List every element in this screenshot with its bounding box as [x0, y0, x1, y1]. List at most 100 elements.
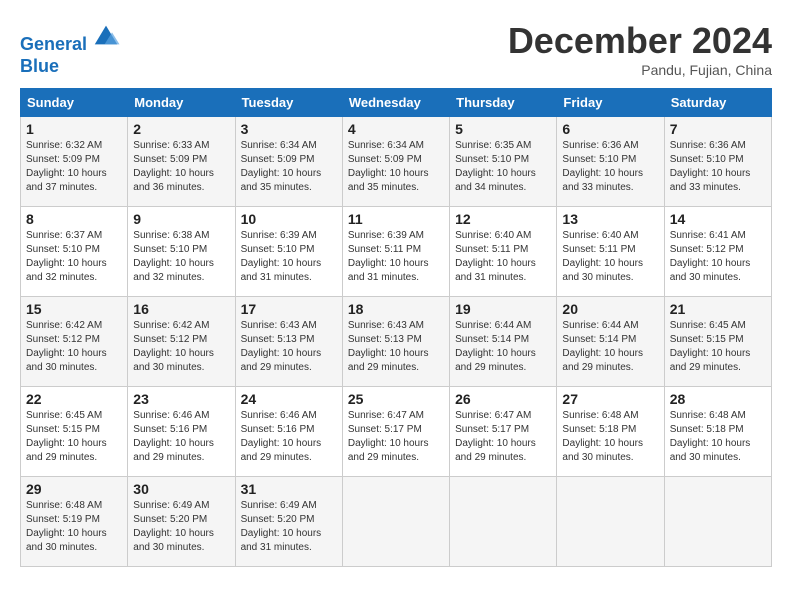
- day-info: Sunrise: 6:32 AMSunset: 5:09 PMDaylight:…: [26, 140, 107, 193]
- table-row: 9 Sunrise: 6:38 AMSunset: 5:10 PMDaylight…: [128, 207, 235, 297]
- day-info: Sunrise: 6:47 AMSunset: 5:17 PMDaylight:…: [455, 410, 536, 463]
- day-info: Sunrise: 6:43 AMSunset: 5:13 PMDaylight:…: [348, 320, 429, 373]
- day-number: 18: [348, 301, 444, 317]
- header-wednesday: Wednesday: [342, 89, 449, 117]
- header-thursday: Thursday: [450, 89, 557, 117]
- day-info: Sunrise: 6:39 AMSunset: 5:11 PMDaylight:…: [348, 230, 429, 283]
- day-info: Sunrise: 6:33 AMSunset: 5:09 PMDaylight:…: [133, 140, 214, 193]
- table-row: 15 Sunrise: 6:42 AMSunset: 5:12 PMDayligh…: [21, 297, 128, 387]
- day-number: 27: [562, 391, 658, 407]
- day-number: 13: [562, 211, 658, 227]
- header-sunday: Sunday: [21, 89, 128, 117]
- day-info: Sunrise: 6:36 AMSunset: 5:10 PMDaylight:…: [670, 140, 751, 193]
- day-number: 3: [241, 121, 337, 137]
- calendar-row-4: 29 Sunrise: 6:48 AMSunset: 5:19 PMDayligh…: [21, 477, 772, 567]
- day-info: Sunrise: 6:42 AMSunset: 5:12 PMDaylight:…: [133, 320, 214, 373]
- day-info: Sunrise: 6:40 AMSunset: 5:11 PMDaylight:…: [562, 230, 643, 283]
- table-row: 7 Sunrise: 6:36 AMSunset: 5:10 PMDaylight…: [664, 117, 771, 207]
- day-number: 20: [562, 301, 658, 317]
- day-number: 21: [670, 301, 766, 317]
- logo-text: General Blue: [20, 20, 121, 77]
- day-info: Sunrise: 6:49 AMSunset: 5:20 PMDaylight:…: [241, 500, 322, 553]
- logo-general: General: [20, 34, 87, 54]
- table-row: 16 Sunrise: 6:42 AMSunset: 5:12 PMDayligh…: [128, 297, 235, 387]
- month-title: December 2024: [508, 20, 772, 62]
- table-row: 8 Sunrise: 6:37 AMSunset: 5:10 PMDaylight…: [21, 207, 128, 297]
- day-info: Sunrise: 6:45 AMSunset: 5:15 PMDaylight:…: [670, 320, 751, 373]
- table-row: 25 Sunrise: 6:47 AMSunset: 5:17 PMDayligh…: [342, 387, 449, 477]
- page-header: General Blue December 2024 Pandu, Fujian…: [20, 20, 772, 78]
- day-number: 10: [241, 211, 337, 227]
- calendar-row-3: 22 Sunrise: 6:45 AMSunset: 5:15 PMDayligh…: [21, 387, 772, 477]
- header-tuesday: Tuesday: [235, 89, 342, 117]
- day-info: Sunrise: 6:44 AMSunset: 5:14 PMDaylight:…: [455, 320, 536, 373]
- table-row: 3 Sunrise: 6:34 AMSunset: 5:09 PMDaylight…: [235, 117, 342, 207]
- day-number: 17: [241, 301, 337, 317]
- table-row: 26Sunrise: 6:47 AMSunset: 5:17 PMDayligh…: [450, 387, 557, 477]
- logo: General Blue: [20, 20, 121, 77]
- day-number: 5: [455, 121, 551, 137]
- table-row: 31 Sunrise: 6:49 AMSunset: 5:20 PMDayligh…: [235, 477, 342, 567]
- table-row: 30 Sunrise: 6:49 AMSunset: 5:20 PMDayligh…: [128, 477, 235, 567]
- day-number: 30: [133, 481, 229, 497]
- day-number: 2: [133, 121, 229, 137]
- day-info: Sunrise: 6:44 AMSunset: 5:14 PMDaylight:…: [562, 320, 643, 373]
- day-number: 14: [670, 211, 766, 227]
- header-saturday: Saturday: [664, 89, 771, 117]
- table-row: 4Sunrise: 6:34 AMSunset: 5:09 PMDaylight…: [342, 117, 449, 207]
- table-row: 19 Sunrise: 6:44 AMSunset: 5:14 PMDayligh…: [450, 297, 557, 387]
- day-info: Sunrise: 6:43 AMSunset: 5:13 PMDaylight:…: [241, 320, 322, 373]
- table-row: 20 Sunrise: 6:44 AMSunset: 5:14 PMDayligh…: [557, 297, 664, 387]
- day-info: Sunrise: 6:46 AMSunset: 5:16 PMDaylight:…: [241, 410, 322, 463]
- table-row: [342, 477, 449, 567]
- table-row: 21 Sunrise: 6:45 AMSunset: 5:15 PMDayligh…: [664, 297, 771, 387]
- day-number: 16: [133, 301, 229, 317]
- day-info: Sunrise: 6:42 AMSunset: 5:12 PMDaylight:…: [26, 320, 107, 373]
- day-info: Sunrise: 6:48 AMSunset: 5:19 PMDaylight:…: [26, 500, 107, 553]
- day-number: 25: [348, 391, 444, 407]
- table-row: 28 Sunrise: 6:48 AMSunset: 5:18 PMDayligh…: [664, 387, 771, 477]
- day-info: Sunrise: 6:34 AMSunset: 5:09 PMDaylight:…: [241, 140, 322, 193]
- day-number: 24: [241, 391, 337, 407]
- table-row: 17 Sunrise: 6:43 AMSunset: 5:13 PMDayligh…: [235, 297, 342, 387]
- calendar-row-1: 8 Sunrise: 6:37 AMSunset: 5:10 PMDaylight…: [21, 207, 772, 297]
- day-number: 11: [348, 211, 444, 227]
- day-number: 19: [455, 301, 551, 317]
- location: Pandu, Fujian, China: [508, 62, 772, 78]
- logo-blue: Blue: [20, 56, 59, 76]
- day-info: Sunrise: 6:48 AMSunset: 5:18 PMDaylight:…: [562, 410, 643, 463]
- table-row: 23Sunrise: 6:46 AMSunset: 5:16 PMDayligh…: [128, 387, 235, 477]
- day-number: 29: [26, 481, 122, 497]
- calendar-row-2: 15 Sunrise: 6:42 AMSunset: 5:12 PMDayligh…: [21, 297, 772, 387]
- day-info: Sunrise: 6:38 AMSunset: 5:10 PMDaylight:…: [133, 230, 214, 283]
- table-row: [557, 477, 664, 567]
- day-number: 22: [26, 391, 122, 407]
- calendar-row-0: 1Sunrise: 6:32 AMSunset: 5:09 PMDaylight…: [21, 117, 772, 207]
- table-row: 1Sunrise: 6:32 AMSunset: 5:09 PMDaylight…: [21, 117, 128, 207]
- day-info: Sunrise: 6:48 AMSunset: 5:18 PMDaylight:…: [670, 410, 751, 463]
- table-row: 27 Sunrise: 6:48 AMSunset: 5:18 PMDayligh…: [557, 387, 664, 477]
- day-info: Sunrise: 6:37 AMSunset: 5:10 PMDaylight:…: [26, 230, 107, 283]
- day-number: 12: [455, 211, 551, 227]
- day-info: Sunrise: 6:41 AMSunset: 5:12 PMDaylight:…: [670, 230, 751, 283]
- day-info: Sunrise: 6:45 AMSunset: 5:15 PMDaylight:…: [26, 410, 107, 463]
- header-monday: Monday: [128, 89, 235, 117]
- day-number: 31: [241, 481, 337, 497]
- table-row: 5 Sunrise: 6:35 AMSunset: 5:10 PMDaylight…: [450, 117, 557, 207]
- title-block: December 2024 Pandu, Fujian, China: [508, 20, 772, 78]
- day-number: 28: [670, 391, 766, 407]
- day-number: 9: [133, 211, 229, 227]
- day-info: Sunrise: 6:35 AMSunset: 5:10 PMDaylight:…: [455, 140, 536, 193]
- table-row: 6Sunrise: 6:36 AMSunset: 5:10 PMDaylight…: [557, 117, 664, 207]
- logo-icon: [91, 20, 121, 50]
- day-info: Sunrise: 6:49 AMSunset: 5:20 PMDaylight:…: [133, 500, 214, 553]
- day-number: 15: [26, 301, 122, 317]
- table-row: 10Sunrise: 6:39 AMSunset: 5:10 PMDayligh…: [235, 207, 342, 297]
- calendar-table: Sunday Monday Tuesday Wednesday Thursday…: [20, 88, 772, 567]
- table-row: 14 Sunrise: 6:41 AMSunset: 5:12 PMDayligh…: [664, 207, 771, 297]
- day-number: 8: [26, 211, 122, 227]
- table-row: 11 Sunrise: 6:39 AMSunset: 5:11 PMDayligh…: [342, 207, 449, 297]
- day-info: Sunrise: 6:47 AMSunset: 5:17 PMDaylight:…: [348, 410, 429, 463]
- day-number: 23: [133, 391, 229, 407]
- day-number: 7: [670, 121, 766, 137]
